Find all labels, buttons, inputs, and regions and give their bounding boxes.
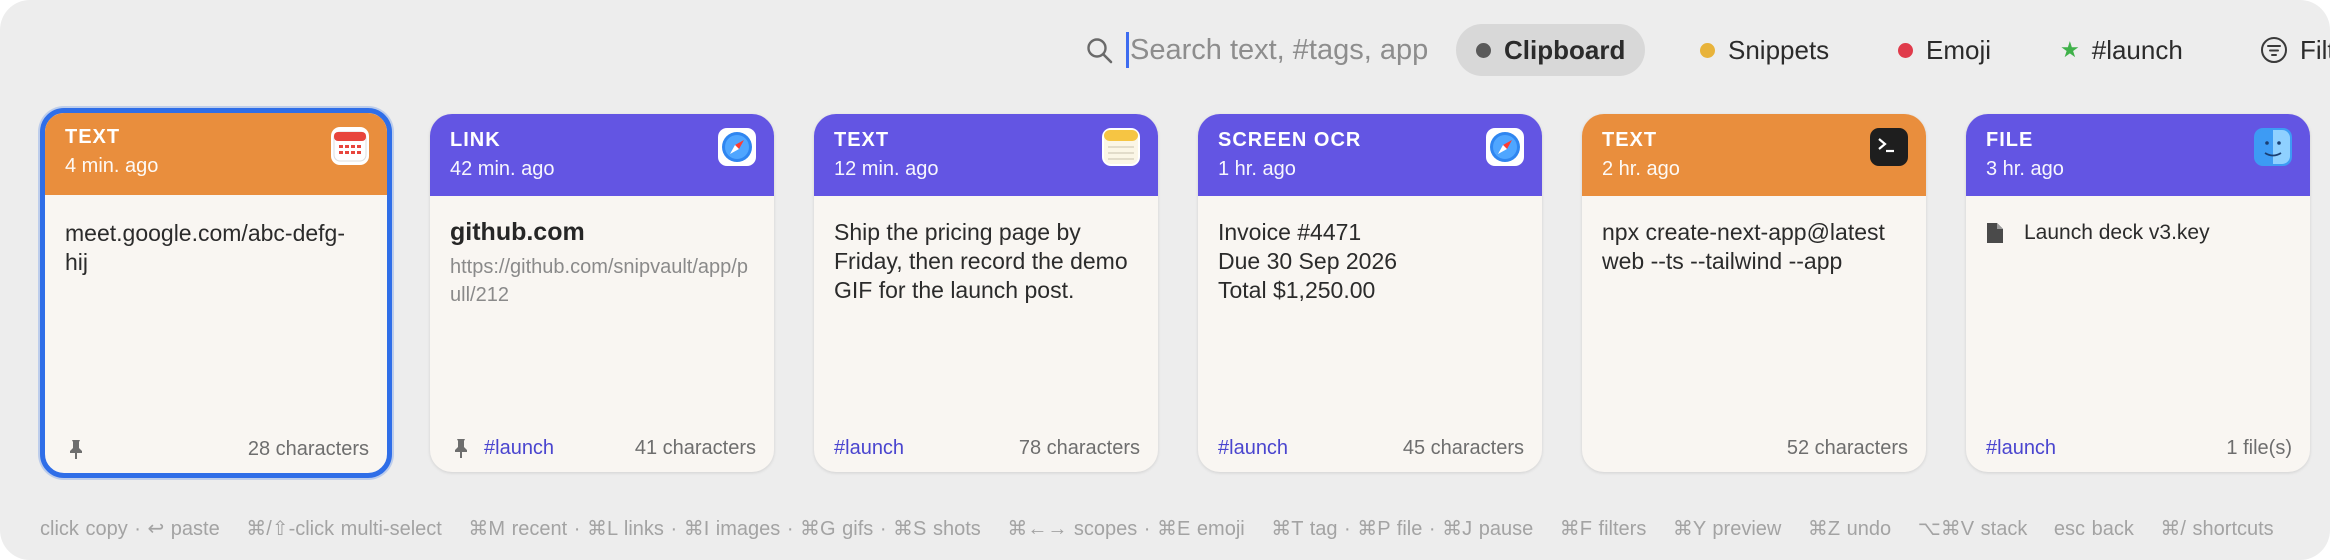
card-type: TEXT xyxy=(65,126,121,148)
clip-card[interactable]: FILE 3 hr. ago Launch deck v3.key #launc… xyxy=(1966,114,2310,472)
emoji-dot-icon xyxy=(1898,42,1913,58)
text-caret xyxy=(1126,32,1129,68)
card-type: TEXT xyxy=(834,129,890,151)
char-count: 78 characters xyxy=(1018,436,1140,459)
file-row: Launch deck v3.key xyxy=(1986,218,2290,247)
shortcut-hint: ⌘←→ scopes · ⌘E emoji xyxy=(1007,518,1245,540)
safari-icon xyxy=(718,128,756,166)
clip-card[interactable]: TEXT 2 hr. ago npx create-next-app@lates… xyxy=(1582,114,1926,472)
shortcut-hint: ⌘Y preview xyxy=(1672,518,1782,540)
scope-label: Snippets xyxy=(1728,34,1830,65)
shortcut-hint: ⌘/ shortcuts xyxy=(2160,518,2274,540)
card-type: TEXT xyxy=(1602,129,1658,151)
snippets-dot-icon xyxy=(1700,42,1715,58)
card-footer: 28 characters xyxy=(65,435,369,463)
clip-card[interactable]: LINK 42 min. ago github.com https://gith… xyxy=(430,114,774,472)
search-icon xyxy=(1087,38,1113,64)
card-header: FILE 3 hr. ago xyxy=(1966,114,2310,196)
card-time: 3 hr. ago xyxy=(1986,158,2064,180)
link-url: https://github.com/snipvault/app/pull/21… xyxy=(450,256,748,306)
clipboard-dot-icon xyxy=(1476,42,1491,58)
ocr-line: Due 30 Sep 2026 xyxy=(1218,248,1398,274)
card-footer: #launch 78 characters xyxy=(834,434,1140,462)
clipboard-panel: Clipboard Snippets Emoji ★ #launch Filt xyxy=(0,0,2330,560)
notes-icon xyxy=(1102,128,1140,166)
star-icon: ★ xyxy=(2060,37,2080,62)
file-name: Launch deck v3.key xyxy=(2024,221,2210,244)
card-type: LINK xyxy=(450,129,501,151)
card-header: LINK 42 min. ago xyxy=(430,114,774,196)
terminal-icon xyxy=(1870,128,1908,166)
card-body: meet.google.com/abc-defg-hij xyxy=(65,220,345,275)
tag-link[interactable]: #launch xyxy=(1218,437,1288,460)
card-body: Ship the pricing page by Friday, then re… xyxy=(834,219,1128,303)
file-count: 1 file(s) xyxy=(2226,436,2292,459)
finder-icon xyxy=(2254,128,2292,166)
scope-emoji[interactable]: Emoji xyxy=(1878,24,2011,76)
tag-link[interactable]: #launch xyxy=(484,437,554,460)
card-time: 2 hr. ago xyxy=(1602,158,1680,180)
shortcut-hint: esc back xyxy=(2053,518,2134,540)
tag-link[interactable]: #launch xyxy=(1986,437,2056,460)
shortcut-hint: ⌥⌘V stack xyxy=(1917,518,2028,540)
card-header: SCREEN OCR 1 hr. ago xyxy=(1198,114,1542,196)
card-body: Launch deck v3.key xyxy=(1966,196,2310,247)
shortcut-hint: ⌘M recent · ⌘L links · ⌘I images · ⌘G gi… xyxy=(468,518,981,540)
top-bar: Clipboard Snippets Emoji ★ #launch Filt xyxy=(0,22,2330,78)
card-footer: #launch 45 characters xyxy=(1218,434,1524,462)
card-footer: #launch 41 characters xyxy=(450,434,756,462)
char-count: 52 characters xyxy=(1786,436,1908,459)
search-input[interactable] xyxy=(1130,28,1430,72)
card-header: TEXT 4 min. ago xyxy=(45,113,387,195)
scope-label: Emoji xyxy=(1926,34,1992,65)
shortcut-hint: ⌘F filters xyxy=(1559,518,1647,540)
ocr-line: Invoice #4471 xyxy=(1218,219,1362,245)
document-icon xyxy=(1987,222,2003,243)
scope-label: Clipboard xyxy=(1504,34,1626,65)
char-count: 45 characters xyxy=(1402,436,1524,459)
card-footer: #launch 1 file(s) xyxy=(1986,434,2292,462)
safari-icon xyxy=(1486,128,1524,166)
char-count: 28 characters xyxy=(247,437,369,460)
shortcut-hint: ⌘T tag · ⌘P file · ⌘J pause xyxy=(1271,518,1534,540)
pin-icon[interactable] xyxy=(65,438,87,460)
scope-snippets[interactable]: Snippets xyxy=(1680,24,1849,76)
calendar-icon xyxy=(331,127,369,165)
card-header: TEXT 12 min. ago xyxy=(814,114,1158,196)
scope-label: #launch xyxy=(2091,34,2183,65)
shortcut-hints: click copy · ↩ paste ⌘/⇧-click multi-sel… xyxy=(40,516,2294,541)
shortcut-hint: click copy · ↩ paste xyxy=(40,518,220,540)
tag-link[interactable]: #launch xyxy=(834,437,904,460)
pin-icon[interactable] xyxy=(450,437,472,459)
card-type: SCREEN OCR xyxy=(1218,129,1362,151)
card-time: 1 hr. ago xyxy=(1218,158,1296,180)
card-footer: 52 characters xyxy=(1602,434,1908,462)
card-header: TEXT 2 hr. ago xyxy=(1582,114,1926,196)
scope-label: Filt xyxy=(2300,34,2330,65)
card-body: npx create-next-app@latest web --ts --ta… xyxy=(1602,219,1885,274)
card-time: 12 min. ago xyxy=(834,158,939,180)
card-time: 4 min. ago xyxy=(65,155,159,177)
clip-card[interactable]: TEXT 4 min. ago meet.google.com/abc-defg… xyxy=(40,108,392,478)
shortcut-hint: ⌘/⇧-click multi-select xyxy=(246,518,442,540)
card-time: 42 min. ago xyxy=(450,158,555,180)
shortcut-hint: ⌘Z undo xyxy=(1807,518,1892,540)
clip-card[interactable]: SCREEN OCR 1 hr. ago Invoice #4471 Due 3… xyxy=(1198,114,1542,472)
card-body: Invoice #4471 Due 30 Sep 2026 Total $1,2… xyxy=(1198,196,1542,305)
scope-launch-tag[interactable]: ★ #launch xyxy=(2040,24,2203,76)
filter-icon xyxy=(2261,37,2287,63)
ocr-line: Total $1,250.00 xyxy=(1218,277,1376,303)
char-count: 41 characters xyxy=(634,436,756,459)
scope-clipboard[interactable]: Clipboard xyxy=(1456,24,1646,76)
link-title: github.com xyxy=(450,218,585,246)
card-body: github.com https://github.com/snipvault/… xyxy=(430,196,774,309)
scope-filters[interactable]: Filt xyxy=(2240,24,2330,76)
clip-card[interactable]: TEXT 12 min. ago Ship the pricing page b… xyxy=(814,114,1158,472)
card-type: FILE xyxy=(1986,129,2034,151)
